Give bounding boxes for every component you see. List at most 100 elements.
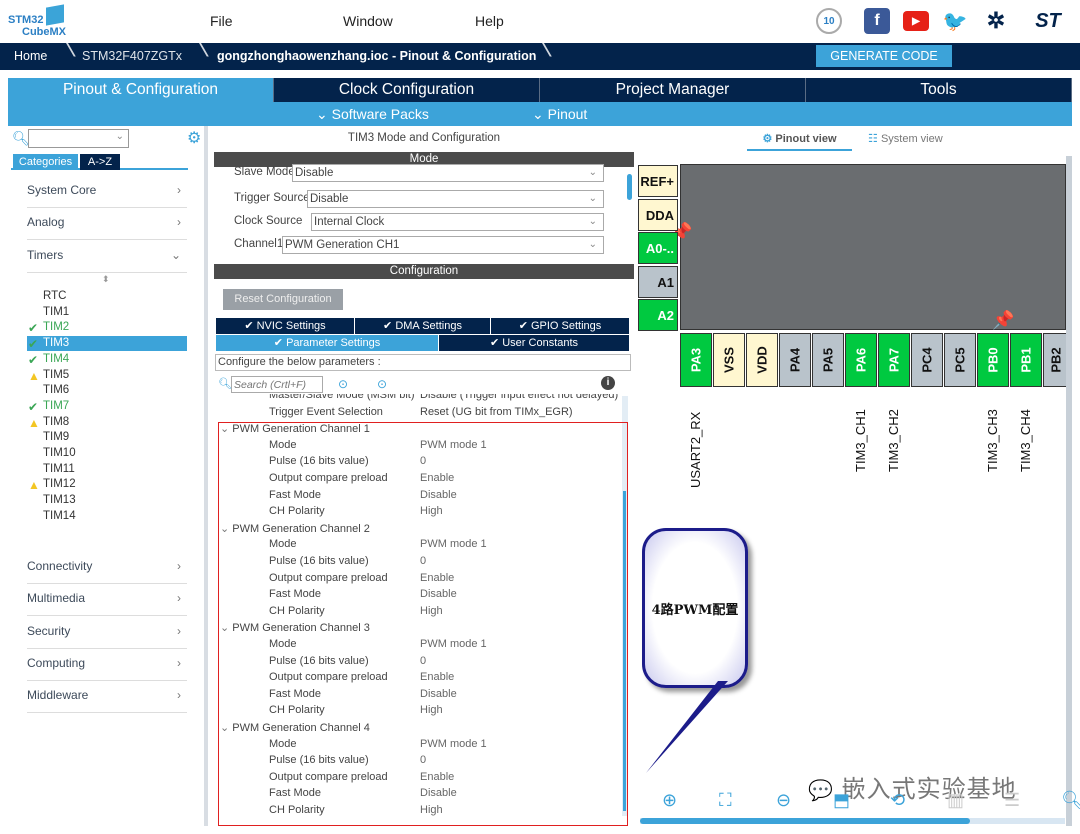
menu-window[interactable]: Window xyxy=(343,13,393,29)
trigger-source-select[interactable]: Disable ⌄ xyxy=(307,190,604,208)
timer-item-tim10[interactable]: TIM10 xyxy=(43,447,76,459)
timer-item-tim6[interactable]: TIM6 xyxy=(43,384,69,396)
next-result-icon[interactable]: ⊙ xyxy=(377,377,387,391)
pin-pb2[interactable]: PB2 xyxy=(1043,333,1068,387)
generate-code-button[interactable]: GENERATE CODE xyxy=(816,45,952,67)
tab-user-constants[interactable]: ✔ User Constants xyxy=(439,335,630,351)
tab-system-view[interactable]: ☷ System view xyxy=(868,132,943,145)
anniversary-badge-icon[interactable]: 10 xyxy=(816,8,842,34)
timer-item-tim9[interactable]: TIM9 xyxy=(43,431,69,443)
timer-item-tim11[interactable]: TIM11 xyxy=(43,463,75,475)
select-value: Disable xyxy=(295,167,334,179)
youtube-icon[interactable]: ▶ xyxy=(903,11,929,31)
search-icon[interactable]: 🔍︎ xyxy=(1061,790,1080,811)
twitter-icon[interactable]: 🐦 xyxy=(942,8,968,34)
category-computing[interactable]: Computing › xyxy=(27,656,187,681)
breadcrumb-separator xyxy=(187,43,209,57)
timer-item-tim2[interactable]: ✔ TIM2 xyxy=(28,321,69,335)
timer-item-tim8[interactable]: ▲ TIM8 xyxy=(28,416,69,430)
software-packs-menu[interactable]: ⌄ Software Packs xyxy=(316,106,429,123)
tab-categories[interactable]: Categories xyxy=(13,154,78,170)
menu-help[interactable]: Help xyxy=(475,13,504,29)
pin-pa4[interactable]: PA4 xyxy=(779,333,811,387)
network-icon[interactable]: ✲ xyxy=(983,8,1009,34)
category-system-core[interactable]: System Core › xyxy=(27,183,187,208)
category-security[interactable]: Security › xyxy=(27,624,187,649)
tab-nvic-settings[interactable]: ✔ NVIC Settings xyxy=(216,318,355,334)
tab-parameter-settings[interactable]: ✔ Parameter Settings xyxy=(216,335,439,351)
tab-gpio-settings[interactable]: ✔ GPIO Settings xyxy=(491,318,630,334)
channel1-select[interactable]: PWM Generation CH1 ⌄ xyxy=(282,236,604,254)
pin-dda[interactable]: DDA xyxy=(638,198,678,231)
tab-pinout-configuration[interactable]: Pinout & Configuration xyxy=(8,78,274,102)
timer-item-tim4[interactable]: ✔ TIM4 xyxy=(28,353,69,367)
category-multimedia[interactable]: Multimedia › xyxy=(27,591,187,617)
zoom-in-icon[interactable]: ⊕ xyxy=(662,790,677,811)
timer-item-rtc[interactable]: RTC xyxy=(43,290,66,302)
pin-signal-label: TIM3_CH3 xyxy=(985,409,1000,472)
zoom-out-icon[interactable]: ⊖ xyxy=(776,790,791,811)
category-analog[interactable]: Analog › xyxy=(27,215,187,241)
sort-icon[interactable]: ⬍ xyxy=(102,274,110,285)
tab-dma-settings[interactable]: ✔ DMA Settings xyxy=(355,318,491,334)
parameter-search-input[interactable] xyxy=(231,376,323,393)
pin-ref[interactable]: REF+ xyxy=(638,165,678,197)
pin-pa5[interactable]: PA5 xyxy=(812,333,844,387)
breadcrumb-mcu[interactable]: STM32F407ZGTx xyxy=(82,49,182,63)
timer-label: TIM12 xyxy=(43,478,76,491)
warning-icon: ▲ xyxy=(28,415,40,430)
parameter-value[interactable]: Disable (Trigger input effect not delaye… xyxy=(420,394,618,401)
pin-a1[interactable]: A1 xyxy=(638,265,678,298)
category-middleware[interactable]: Middleware › xyxy=(27,688,187,714)
breadcrumb-project[interactable]: gongzhonghaowenzhang.ioc - Pinout & Conf… xyxy=(217,49,536,63)
pin-vdd[interactable]: VDD xyxy=(746,333,778,387)
pin-pa7[interactable]: PA7 xyxy=(878,333,910,387)
timer-item-tim7[interactable]: ✔ TIM7 xyxy=(28,400,69,414)
mode-scrollbar[interactable] xyxy=(627,174,632,200)
vertical-scrollbar[interactable] xyxy=(1066,156,1072,826)
timer-item-tim14[interactable]: TIM14 xyxy=(43,510,76,522)
pin-pb0[interactable]: PB0 xyxy=(977,333,1009,387)
pin-vss[interactable]: VSS xyxy=(713,333,745,387)
pin-pa6[interactable]: PA6 xyxy=(845,333,877,387)
menu-file[interactable]: File xyxy=(210,13,233,29)
parameter-value[interactable]: Reset (UG bit from TIMx_EGR) xyxy=(420,406,573,418)
split-icon[interactable]: ▥ xyxy=(947,790,964,811)
tab-pinout-view[interactable]: ⚙ Pinout view xyxy=(747,132,852,151)
pin-pc4[interactable]: PC4 xyxy=(911,333,943,387)
tab-project-manager[interactable]: Project Manager xyxy=(540,78,806,102)
timer-item-tim3[interactable]: ✔ TIM3 xyxy=(28,337,69,351)
previous-result-icon[interactable]: ⊙ xyxy=(338,377,348,391)
breadcrumb-home[interactable]: Home xyxy=(14,49,47,63)
pin-a0[interactable]: A0-.. xyxy=(638,232,678,264)
timer-item-tim12[interactable]: ▲ TIM12 xyxy=(28,478,76,492)
pin-pa3[interactable]: PA3 xyxy=(680,333,712,387)
rotate-icon[interactable]: ⟲ xyxy=(890,790,905,811)
gear-icon[interactable]: ⚙ xyxy=(187,128,201,148)
timer-item-tim5[interactable]: ▲ TIM5 xyxy=(28,369,69,383)
info-icon[interactable]: i xyxy=(601,376,615,390)
reset-configuration-button[interactable]: Reset Configuration xyxy=(223,289,343,310)
export-icon[interactable]: ⬒ xyxy=(833,790,850,811)
category-label: Computing xyxy=(27,655,86,670)
pin-pb1[interactable]: PB1 xyxy=(1010,333,1042,387)
category-connectivity[interactable]: Connectivity › xyxy=(27,559,187,584)
tab-a-z[interactable]: A->Z xyxy=(80,154,120,170)
slave-mode-select[interactable]: Disable ⌄ xyxy=(292,164,604,182)
timer-item-tim13[interactable]: TIM13 xyxy=(43,494,76,506)
pin-a2[interactable]: A2 xyxy=(638,299,678,331)
pinout-panel: ⚙ Pinout view ☷ System view 📌 📌 REF+ DDA A… xyxy=(638,126,1080,826)
facebook-icon[interactable]: f xyxy=(864,8,890,34)
horizontal-scrollbar[interactable] xyxy=(640,818,1065,824)
timer-item-tim1[interactable]: TIM1 xyxy=(43,306,69,318)
pinout-menu[interactable]: ⌄ Pinout xyxy=(532,106,587,123)
search-input[interactable]: ⌄ xyxy=(28,129,129,148)
tab-clock-configuration[interactable]: Clock Configuration xyxy=(274,78,540,102)
st-logo-icon[interactable]: ST xyxy=(1024,8,1072,34)
category-timers[interactable]: Timers ⌄ xyxy=(27,248,187,273)
pin-pc5[interactable]: PC5 xyxy=(944,333,976,387)
tab-tools[interactable]: Tools xyxy=(806,78,1072,102)
fit-screen-icon[interactable]: ⛶ xyxy=(719,790,732,811)
layers-icon[interactable]: ☰ xyxy=(1004,790,1020,811)
clock-source-select[interactable]: Internal Clock ⌄ xyxy=(311,213,604,231)
